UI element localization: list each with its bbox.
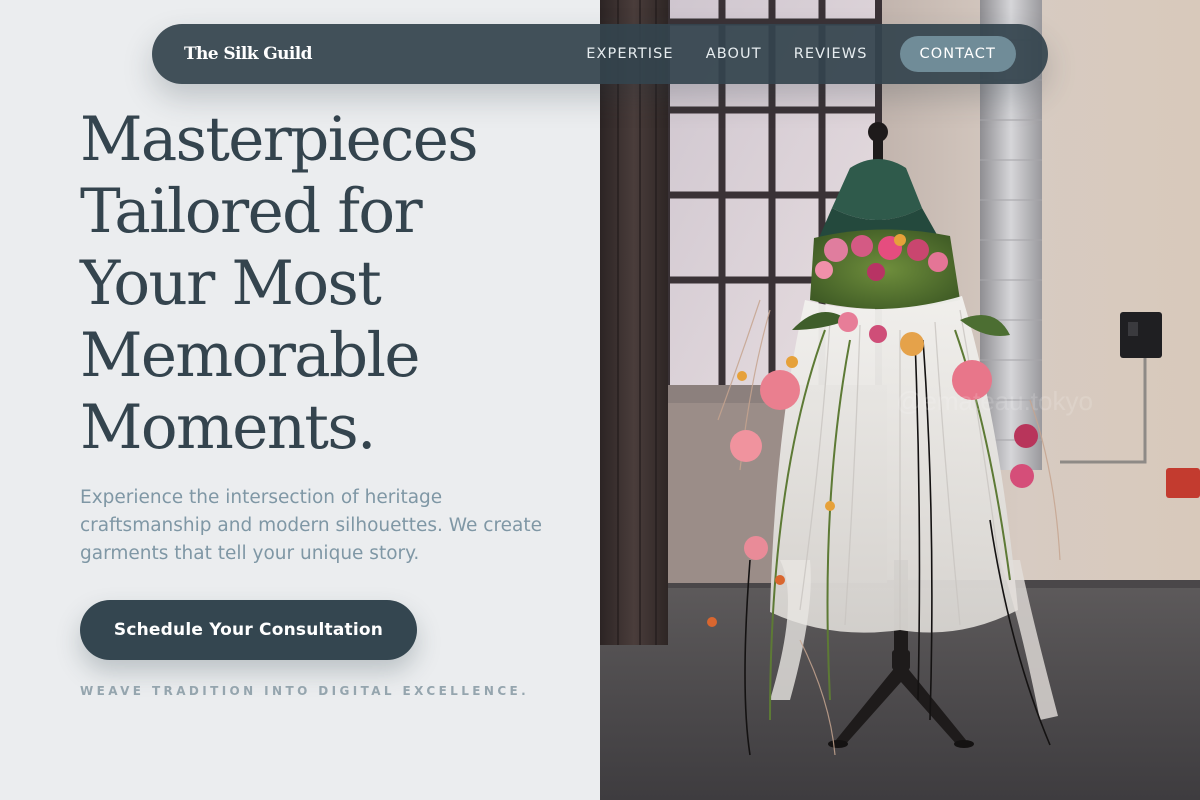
hero-section: Masterpieces Tailored for Your Most Memo… (0, 0, 600, 800)
nav-link-expertise[interactable]: EXPERTISE (586, 46, 673, 62)
hero-photo: @emateau.tokyo (600, 0, 1200, 800)
headline-line: Masterpieces (80, 104, 479, 175)
nav-links: EXPERTISE ABOUT REVIEWS CONTACT (586, 24, 1016, 84)
svg-text:@emateau.tokyo: @emateau.tokyo (896, 386, 1093, 416)
brand-logo[interactable]: The Silk Guild (184, 24, 313, 84)
nav-link-reviews[interactable]: REVIEWS (794, 46, 868, 62)
headline-line: Moments. (80, 392, 376, 463)
contact-button[interactable]: CONTACT (899, 36, 1016, 72)
schedule-consultation-button[interactable]: Schedule Your Consultation (80, 600, 417, 660)
hero-tagline: WEAVE TRADITION INTO DIGITAL EXCELLENCE. (80, 684, 530, 698)
floral-dress-on-mannequin-photo: @emateau.tokyo (600, 0, 1200, 800)
hero-headline: Masterpieces Tailored for Your Most Memo… (80, 104, 580, 464)
hero-subtext: Experience the intersection of heritage … (80, 487, 542, 564)
top-navbar: The Silk Guild EXPERTISE ABOUT REVIEWS C… (152, 24, 1048, 84)
headline-line: Your Most (80, 248, 382, 319)
headline-line: Tailored for (80, 176, 423, 247)
landing-page: Masterpieces Tailored for Your Most Memo… (0, 0, 1200, 800)
headline-line: Memorable (80, 320, 421, 391)
nav-link-about[interactable]: ABOUT (706, 46, 762, 62)
